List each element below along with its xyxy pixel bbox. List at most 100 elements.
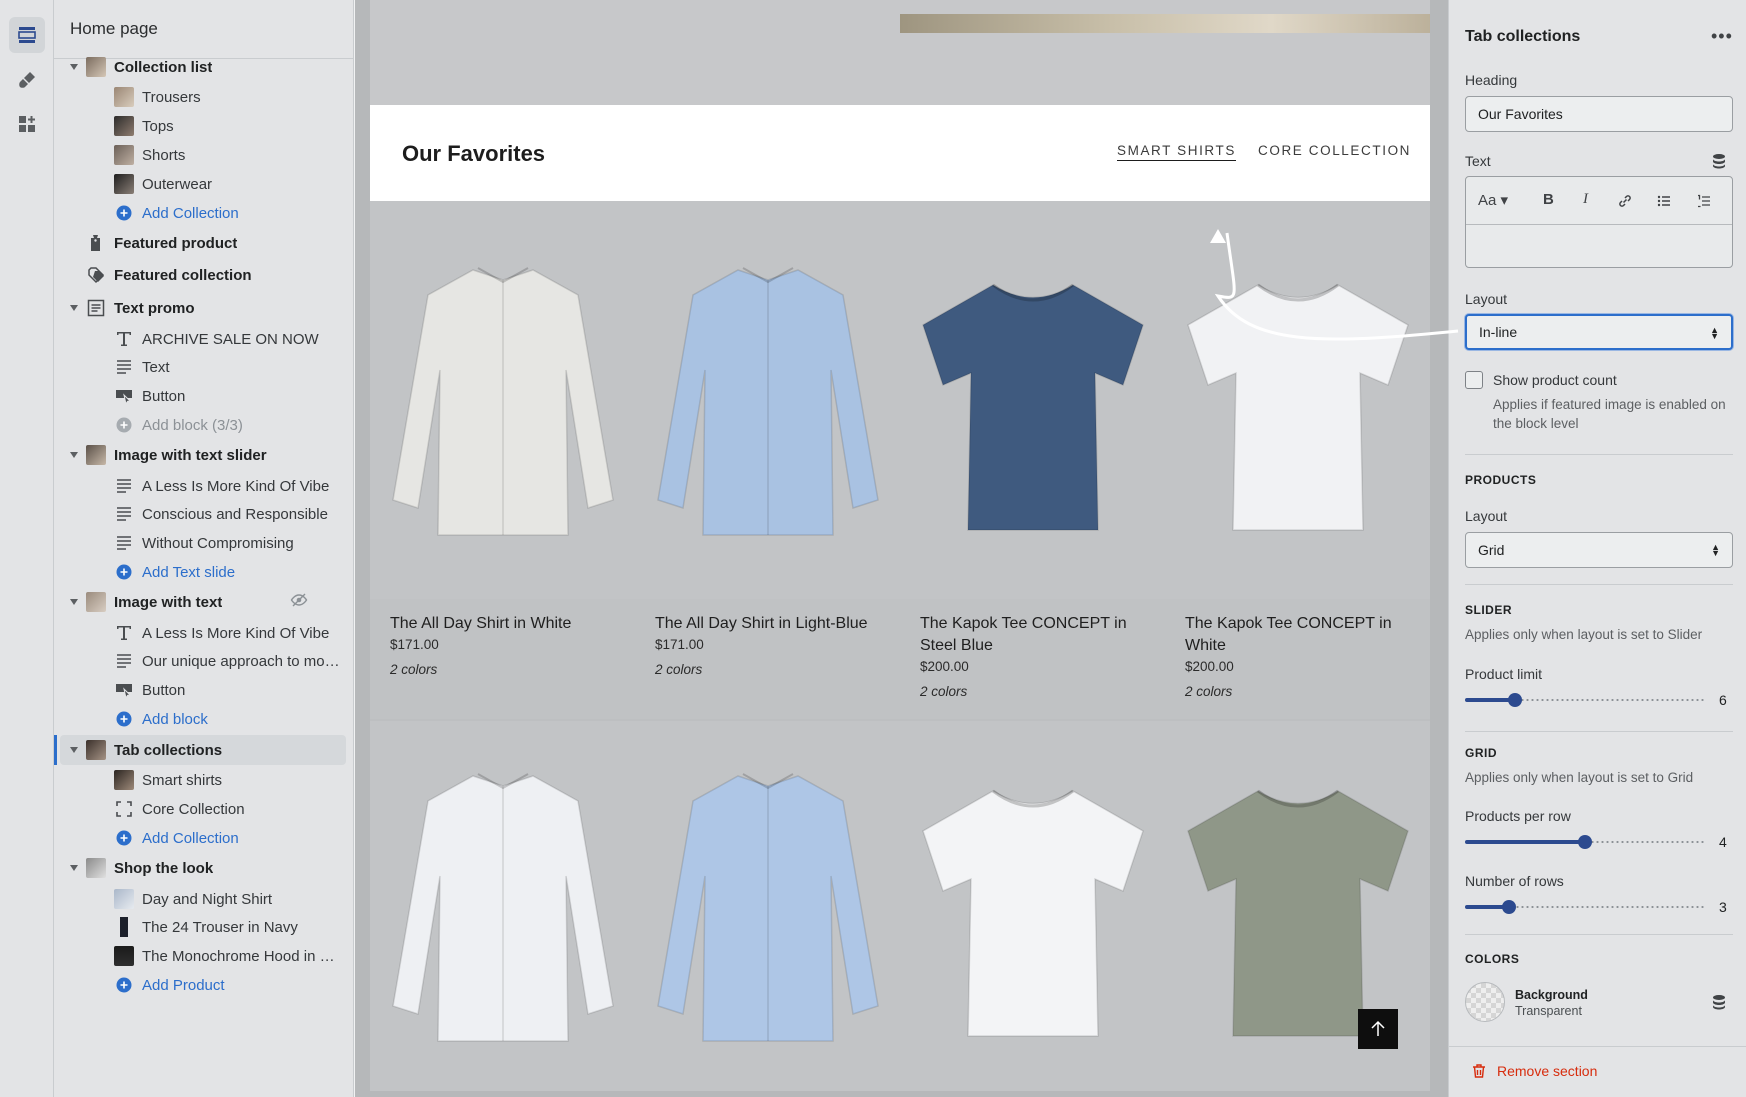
bullet-list-icon[interactable] [1656,193,1672,209]
back-to-top-button[interactable] [1358,1009,1398,1049]
product-card[interactable]: The All Day Shirt in Light-Blue $171.00 2 … [635,201,900,719]
tab-core-collection[interactable]: CORE COLLECTION [1258,143,1411,158]
layout-select[interactable]: In-line ▲ ▼ [1465,314,1733,350]
block-item-archive-sale-on-now[interactable]: ARCHIVE SALE ON NOW [54,324,353,354]
number-of-rows-slider[interactable] [1465,900,1705,914]
block-item-the-24-trouser-in-navy[interactable]: The 24 Trouser in Navy [54,912,353,942]
section-item-shop-the-look[interactable]: Shop the look [54,853,353,883]
item-label: Shorts [142,146,186,164]
add-item-add-block[interactable]: Add block [54,704,353,734]
section-item-collection-list[interactable]: Collection list [54,52,353,82]
add-item-add-collection[interactable]: Add Collection [54,823,353,853]
product-card[interactable]: The All Day Shirt in White $171.00 2 color… [370,201,635,719]
product-card[interactable]: The Kapok Tee CONCEPT in Steel Blue $200.… [900,201,1165,719]
link-icon[interactable] [1617,193,1633,209]
item-label: Day and Night Shirt [142,890,273,908]
show-product-count-checkbox[interactable] [1465,371,1483,389]
product-info: The Kapok Tee CONCEPT in White $200.00 2 c… [1165,599,1430,719]
trash-icon[interactable] [1471,1063,1487,1079]
product-card[interactable] [370,721,635,1091]
block-item-a-less-is-more-kind-of-vibe[interactable]: A Less Is More Kind Of Vibe [54,618,353,648]
block-item-button[interactable]: Button [54,675,353,705]
chevron-down-icon[interactable] [70,599,78,605]
numbered-list-icon[interactable] [1696,193,1712,209]
add-item-add-collection[interactable]: Add Collection [54,198,353,228]
block-item-conscious-and-responsible[interactable]: Conscious and Responsible [54,499,353,529]
product-image[interactable] [370,201,635,599]
chevron-down-icon[interactable] [70,305,78,311]
sections-tree-panel: Home page Collection list Trousers Tops Sho… [54,0,354,1097]
section-item-tab-collections[interactable]: Tab collections [54,735,346,765]
block-item-outerwear[interactable]: Outerwear [54,169,353,199]
thumbnail-image [114,917,134,937]
background-color-swatch[interactable] [1465,982,1505,1022]
product-limit-slider[interactable] [1465,693,1705,707]
slider-handle[interactable] [1578,835,1592,849]
chevron-down-icon[interactable] [70,64,78,70]
product-price: $171.00 [390,637,439,652]
add-item-add-product[interactable]: Add Product [54,970,353,1000]
chevron-down-icon[interactable] [70,865,78,871]
product-card[interactable] [635,721,900,1091]
slider-handle[interactable] [1508,693,1522,707]
block-item-the-monochrome-hood-in-na[interactable]: The Monochrome Hood in Na... [54,941,353,971]
italic-icon[interactable]: I [1583,191,1588,208]
thumbnail-image [114,145,134,165]
section-item-featured-product[interactable]: Featured product [54,228,353,258]
product-card[interactable]: The Kapok Tee CONCEPT in White $200.00 2 c… [1165,201,1430,719]
dynamic-source-icon[interactable] [1711,994,1727,1010]
block-item-our-unique-approach-to-mod[interactable]: Our unique approach to mod... [54,646,353,676]
block-item-shorts[interactable]: Shorts [54,140,353,170]
divider [1465,584,1733,585]
section-item-text-promo[interactable]: Text promo [54,293,353,323]
tab-smart-shirts[interactable]: SMART SHIRTS [1117,143,1236,161]
slider-handle[interactable] [1501,900,1516,914]
dynamic-source-icon[interactable] [1711,153,1727,169]
eye-hidden-icon[interactable] [290,591,308,613]
product-image[interactable] [635,201,900,599]
product-image[interactable] [370,721,635,1091]
chevron-down-icon[interactable] [70,747,78,753]
product-name[interactable]: The All Day Shirt in Light-Blue [655,613,880,635]
remove-section-button[interactable]: Remove section [1497,1063,1597,1079]
product-name[interactable]: The Kapok Tee CONCEPT in White [1185,613,1410,657]
product-image[interactable] [635,721,900,1091]
theme-settings-brush-icon[interactable] [9,62,45,98]
section-item-image-with-text-slider[interactable]: Image with text slider [54,440,353,470]
block-item-button[interactable]: Button [54,381,353,411]
shirt-image [391,773,614,1042]
product-name[interactable]: The All Day Shirt in White [390,613,615,635]
chevron-down-icon[interactable] [70,452,78,458]
block-item-day-and-night-shirt[interactable]: Day and Night Shirt [54,884,353,914]
add-item-add-text-slide[interactable]: Add Text slide [54,557,353,587]
block-item-trousers[interactable]: Trousers [54,82,353,112]
products-layout-select[interactable]: Grid ▲ ▼ [1465,532,1733,568]
product-name[interactable]: The Kapok Tee CONCEPT in Steel Blue [920,613,1145,657]
paragraph-icon [114,476,134,496]
block-item-smart-shirts[interactable]: Smart shirts [54,765,353,795]
tab-collections-header[interactable]: Our Favorites SMART SHIRTS CORE COLLECTI… [370,105,1430,201]
app-blocks-icon[interactable] [9,106,45,142]
section-item-image-with-text[interactable]: Image with text [54,587,353,617]
text-editor[interactable]: Aa ▾ B I [1465,176,1733,268]
more-options-icon[interactable]: ••• [1711,26,1733,47]
product-card[interactable] [900,721,1165,1091]
product-image[interactable] [900,721,1165,1091]
products-per-row-label: Products per row [1465,808,1571,824]
section-item-featured-collection[interactable]: Featured collection [54,260,353,290]
product-image[interactable] [1165,201,1430,599]
product-tag-icon [86,233,106,253]
block-item-a-less-is-more-kind-of-vibe[interactable]: A Less Is More Kind Of Vibe [54,471,353,501]
sections-icon[interactable] [9,17,45,53]
heading-input[interactable]: Our Favorites [1465,96,1733,132]
block-item-core-collection[interactable]: Core Collection [54,794,353,824]
block-item-text[interactable]: Text [54,352,353,382]
block-item-tops[interactable]: Tops [54,111,353,141]
block-item-add-block-3-3[interactable]: Add block (3/3) [54,410,353,440]
block-item-without-compromising[interactable]: Without Compromising [54,528,353,558]
product-image[interactable] [900,201,1165,599]
tshirt-image [921,283,1144,531]
text-style-dropdown[interactable]: Aa ▾ [1478,191,1508,209]
products-per-row-slider[interactable] [1465,835,1705,849]
bold-icon[interactable]: B [1543,191,1554,208]
